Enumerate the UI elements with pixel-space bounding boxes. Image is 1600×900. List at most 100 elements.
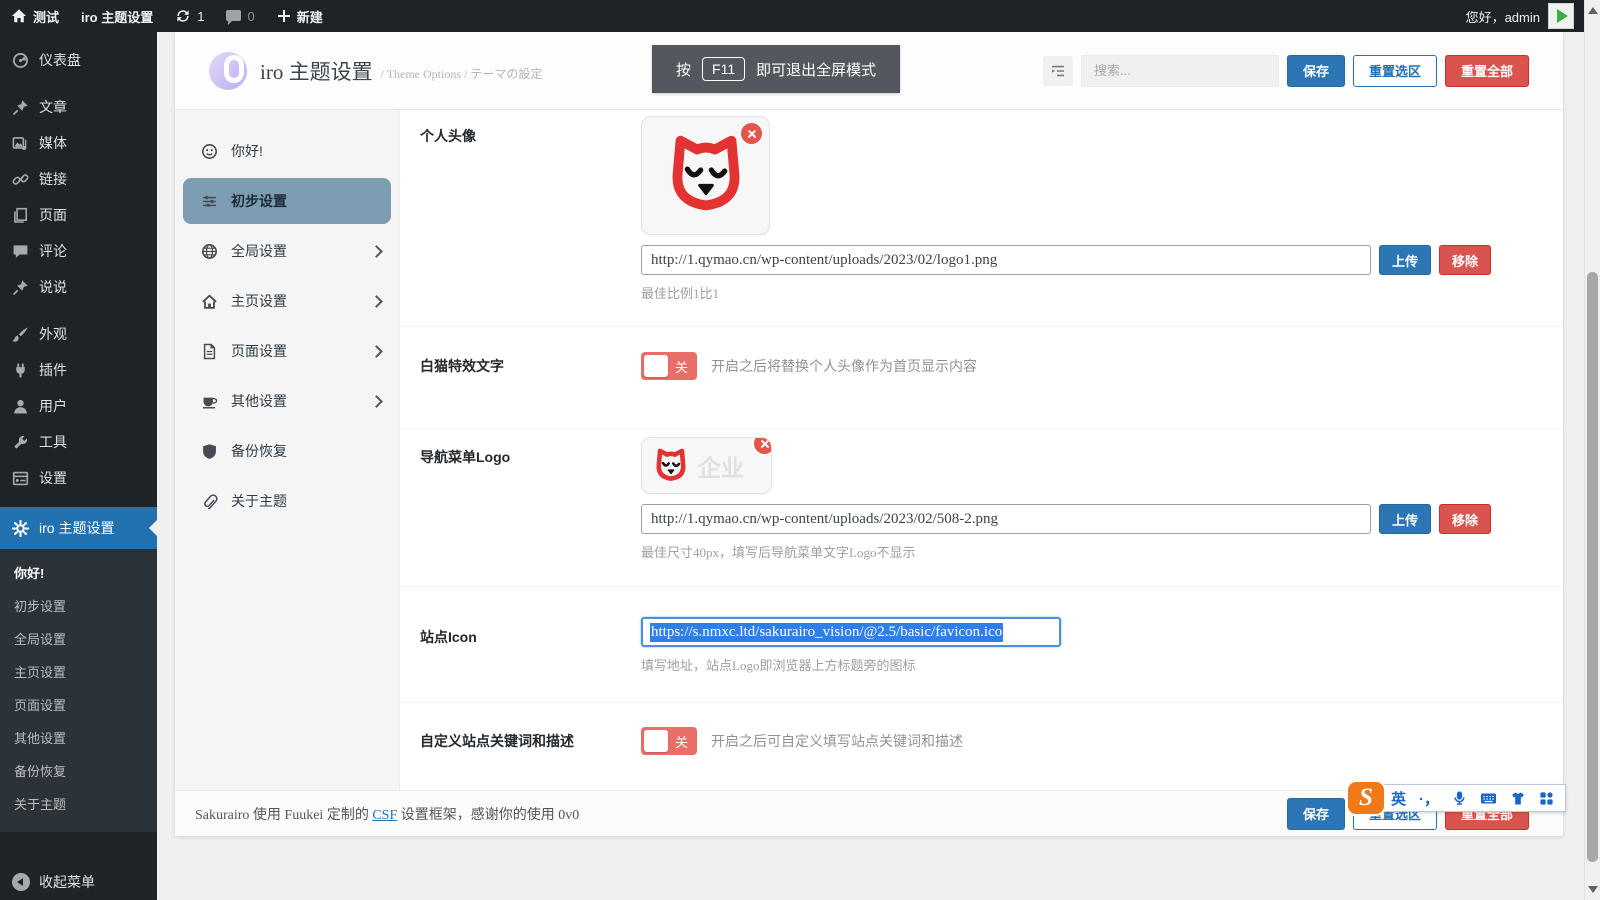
nav-logo-preview[interactable]: 企业	[641, 437, 772, 494]
toggle-cat-text-off[interactable]: 关	[641, 352, 697, 380]
field-label: 站点Icon	[400, 617, 641, 674]
keyboard-icon[interactable]	[1480, 791, 1497, 806]
footer-credit: Sakurairo 使用 Fuukei 定制的 CSF 设置框架，感谢你的使用 …	[195, 804, 579, 824]
chevron-right-icon	[370, 345, 383, 358]
nav-other-settings[interactable]: 其他设置	[175, 376, 399, 426]
save-button-bottom[interactable]: 保存	[1287, 798, 1345, 830]
nav-about-theme[interactable]: 关于主题	[175, 476, 399, 526]
search-input[interactable]	[1081, 55, 1279, 87]
upload-button[interactable]: 上传	[1379, 504, 1431, 534]
upload-button[interactable]: 上传	[1379, 245, 1431, 275]
scroll-down-arrow-icon[interactable]	[1588, 886, 1598, 893]
field-label: 白猫特效文字	[400, 352, 641, 380]
nav-home-settings[interactable]: 主页设置	[175, 276, 399, 326]
admin-bar-site[interactable]: 测试	[0, 0, 70, 32]
scroll-up-arrow-icon[interactable]	[1588, 7, 1598, 14]
browser-scrollbar[interactable]	[1584, 0, 1600, 900]
avatar-url-input[interactable]	[641, 245, 1371, 275]
sidebar-item-appearance[interactable]: 外观	[0, 316, 157, 352]
nav-global-settings[interactable]: 全局设置	[175, 226, 399, 276]
f11-key: F11	[702, 57, 745, 81]
sogou-logo-icon[interactable]: S	[1348, 782, 1384, 814]
sidebar-item-media[interactable]: 媒体	[0, 125, 157, 161]
admin-bar-theme-page[interactable]: iro 主题设置	[70, 0, 164, 32]
save-button[interactable]: 保存	[1287, 55, 1345, 87]
toggle-knob	[644, 730, 668, 752]
sidebar-item-plugins[interactable]: 插件	[0, 352, 157, 388]
field-label: 个人头像	[400, 116, 641, 302]
comment-count: 0	[247, 9, 254, 24]
toolbox-grid-icon[interactable]	[1539, 791, 1554, 806]
avatar-logo	[1557, 9, 1568, 23]
remove-image-icon[interactable]	[754, 437, 772, 454]
chevron-right-icon	[370, 245, 383, 258]
sidebar-item-shuoshuo[interactable]: 说说	[0, 269, 157, 305]
admin-content-area: iro 主题设置 / Theme Options / テーマの設定 保存 重置选…	[157, 32, 1584, 900]
scrollbar-thumb[interactable]	[1587, 272, 1598, 862]
sidebar-item-iro-theme[interactable]: iro 主题设置	[0, 507, 157, 549]
admin-bar-new[interactable]: 新建	[266, 0, 334, 32]
remove-image-icon[interactable]	[741, 123, 762, 144]
link-icon	[11, 171, 30, 188]
cat-logo	[657, 127, 755, 225]
update-icon	[175, 8, 191, 24]
avatar[interactable]	[1548, 3, 1574, 29]
sidebar-item-settings[interactable]: 设置	[0, 460, 157, 496]
submenu-basic-settings[interactable]: 初步设置	[0, 589, 157, 622]
reset-all-button[interactable]: 重置全部	[1445, 55, 1529, 87]
plus-icon	[277, 9, 291, 23]
nav-hello[interactable]: 你好!	[175, 126, 399, 176]
nav-page-settings[interactable]: 页面设置	[175, 326, 399, 376]
field-hint: 填写地址，站点Logo即浏览器上方标题旁的图标	[641, 655, 1563, 674]
remove-button[interactable]: 移除	[1439, 245, 1491, 275]
collapse-menu-button[interactable]: 收起菜单	[0, 864, 157, 900]
sidebar-item-comments[interactable]: 评论	[0, 233, 157, 269]
admin-bar-comments[interactable]: 0	[215, 0, 265, 32]
skin-tshirt-icon[interactable]	[1510, 791, 1526, 806]
submenu-other-settings[interactable]: 其他设置	[0, 721, 157, 754]
avatar-image-preview[interactable]	[641, 116, 770, 235]
plug-icon	[11, 362, 30, 379]
csf-link[interactable]: CSF	[372, 808, 397, 823]
admin-bar: 测试 iro 主题设置 1 0 新建 您好，admin	[0, 0, 1584, 32]
settings-nav: 你好! 初步设置 全局设置 主页设置 页面设置	[175, 110, 400, 790]
sliders-icon	[201, 193, 218, 210]
sidebar-item-tools[interactable]: 工具	[0, 424, 157, 460]
ime-punctuation-icon[interactable]: ·，	[1419, 788, 1439, 809]
panel-header: iro 主题设置 / Theme Options / テーマの設定 保存 重置选…	[175, 32, 1563, 110]
nav-basic-settings[interactable]: 初步设置	[183, 178, 391, 224]
settings-row-custom-seo: 自定义站点关键词和描述 关 开启之后可自定义填写站点关键词和描述	[400, 703, 1563, 765]
submenu-backup-restore[interactable]: 备份恢复	[0, 754, 157, 787]
page-title: iro 主题设置	[260, 56, 373, 86]
sidebar-item-posts[interactable]: 文章	[0, 89, 157, 125]
remove-button[interactable]: 移除	[1439, 504, 1491, 534]
chevron-right-icon	[370, 395, 383, 408]
pages-icon	[11, 207, 30, 224]
selected-text: https://s.nmxc.ltd/sakurairo_vision/@2.5…	[650, 623, 1003, 642]
submenu-hello[interactable]: 你好!	[0, 556, 157, 589]
pin-icon	[11, 99, 30, 116]
submenu-about-theme[interactable]: 关于主题	[0, 787, 157, 820]
theme-logo-icon	[209, 52, 247, 90]
submenu-global-settings[interactable]: 全局设置	[0, 622, 157, 655]
sidebar-item-dashboard[interactable]: 仪表盘	[0, 42, 157, 78]
settings-row-nav-logo: 导航菜单Logo 企业	[400, 429, 1563, 587]
submenu-home-settings[interactable]: 主页设置	[0, 655, 157, 688]
field-label: 导航菜单Logo	[400, 437, 641, 561]
admin-bar-updates[interactable]: 1	[164, 0, 215, 32]
sidebar-item-users[interactable]: 用户	[0, 388, 157, 424]
site-icon-input[interactable]: https://s.nmxc.ltd/sakurairo_vision/@2.5…	[641, 617, 1061, 647]
expand-all-icon[interactable]	[1043, 56, 1073, 86]
reset-section-button[interactable]: 重置选区	[1353, 55, 1437, 87]
submenu-page-settings[interactable]: 页面设置	[0, 688, 157, 721]
nav-backup-restore[interactable]: 备份恢复	[175, 426, 399, 476]
cat-logo	[650, 445, 692, 487]
ime-language-toggle[interactable]: 英	[1391, 788, 1406, 809]
greeting[interactable]: 您好，admin	[1466, 7, 1540, 26]
sidebar-item-links[interactable]: 链接	[0, 161, 157, 197]
nav-logo-url-input[interactable]	[641, 504, 1371, 534]
logo-watermark: 企业	[698, 449, 744, 483]
microphone-icon[interactable]	[1452, 791, 1467, 806]
sidebar-item-pages[interactable]: 页面	[0, 197, 157, 233]
toggle-custom-seo-off[interactable]: 关	[641, 727, 697, 755]
